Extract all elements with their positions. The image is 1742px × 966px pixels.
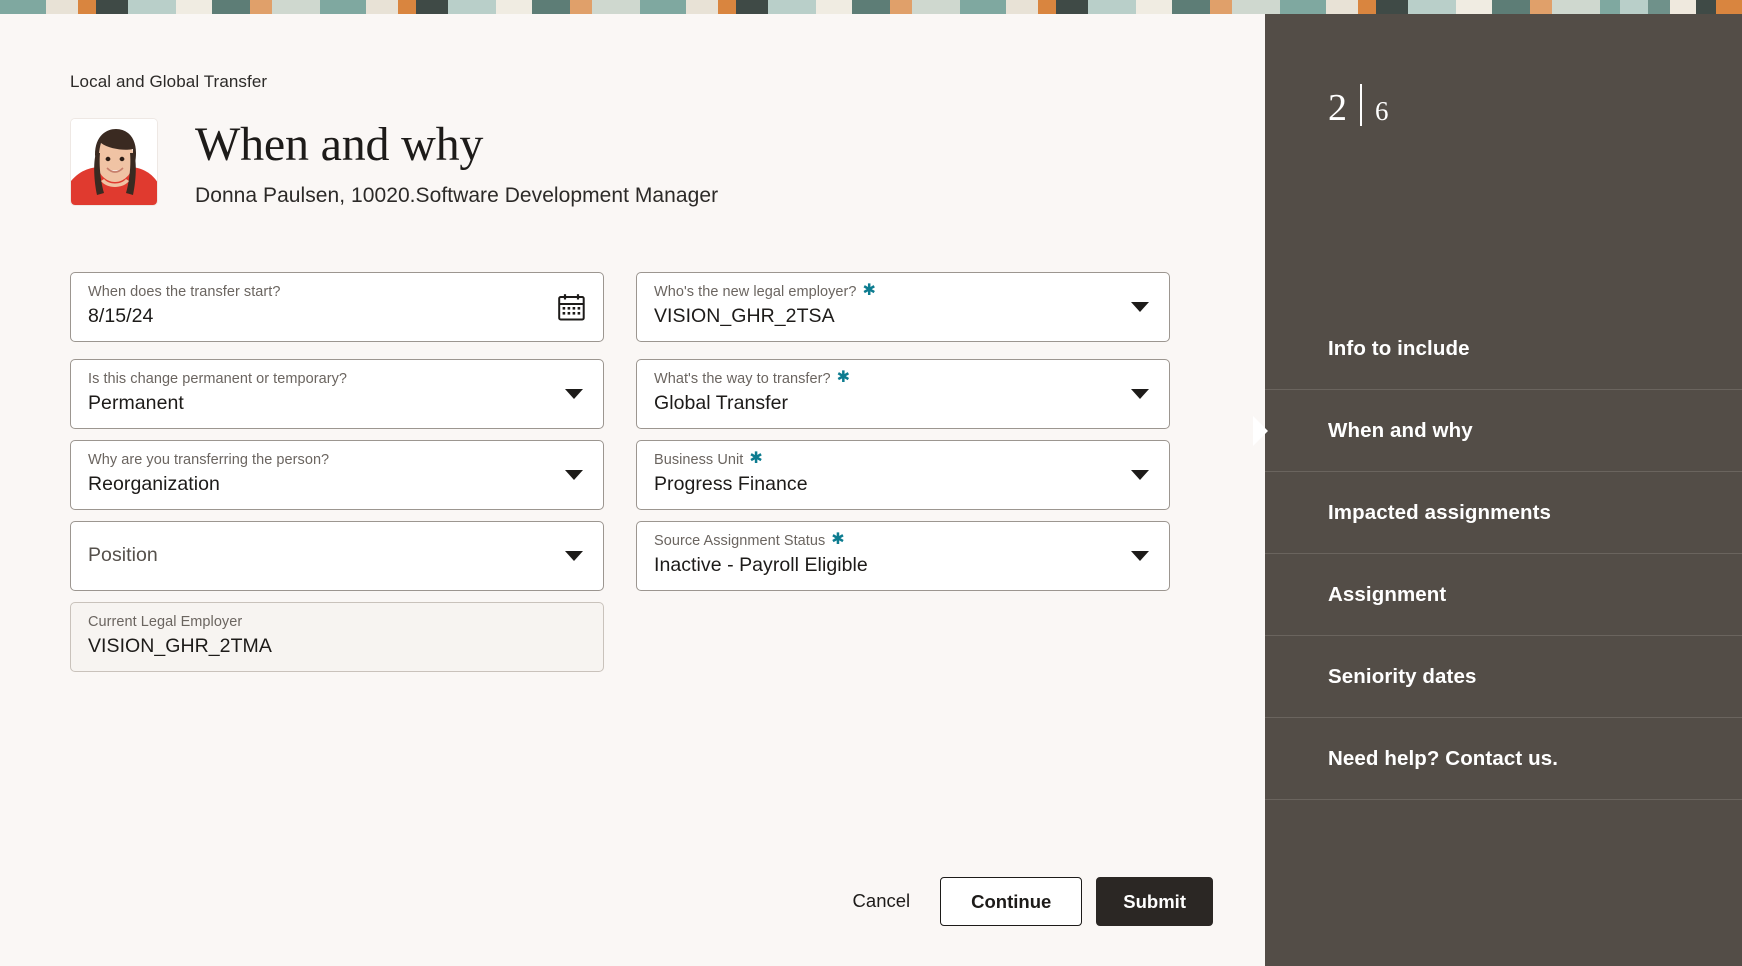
field-way-to-transfer[interactable]: What's the way to transfer? ✱ Global Tra…: [636, 359, 1170, 429]
sidebar-item-label: Need help? Contact us.: [1328, 746, 1559, 770]
form-col-right: What's the way to transfer? ✱ Global Tra…: [636, 359, 1170, 429]
continue-button[interactable]: Continue: [940, 876, 1083, 926]
sidebar-item-need-help-contact-us[interactable]: Need help? Contact us.: [1265, 718, 1742, 800]
sidebar-item-label: When and why: [1328, 418, 1473, 442]
sidebar-item-label: Assignment: [1328, 582, 1447, 606]
required-asterisk-icon: ✱: [749, 450, 763, 467]
active-step-pointer-icon: [1253, 415, 1268, 446]
field-label-text: Source Assignment Status: [654, 533, 826, 549]
field-label-text: When does the transfer start?: [88, 284, 281, 300]
field-value: Permanent: [88, 391, 184, 414]
field-label: Is this change permanent or temporary?: [88, 371, 587, 388]
field-label-text: Business Unit: [654, 452, 744, 468]
form-col-right: Who's the new legal employer? ✱ VISION_G…: [636, 272, 1170, 342]
sidebar-item-assignment[interactable]: Assignment: [1265, 554, 1742, 636]
field-business-unit[interactable]: Business Unit ✱ Progress Finance: [636, 440, 1170, 510]
form-grid: When does the transfer start? 8/15/24 Wh…: [70, 272, 1170, 683]
field-label-text: What's the way to transfer?: [654, 371, 831, 387]
field-label-text: Current Legal Employer: [88, 614, 243, 630]
chevron-down-icon[interactable]: [1131, 470, 1149, 480]
chevron-down-icon[interactable]: [565, 389, 583, 399]
breadcrumb: Local and Global Transfer: [70, 72, 268, 91]
calendar-icon[interactable]: [558, 293, 585, 321]
field-label-text: Why are you transferring the person?: [88, 452, 330, 468]
form-col-left: Current Legal Employer VISION_GHR_2TMA: [70, 602, 604, 672]
field-value: Progress Finance: [654, 472, 808, 495]
main-content-panel: Local and Global Transfer When and why D…: [0, 0, 1265, 966]
form-col-left: Position: [70, 521, 604, 591]
sidebar-item-when-and-why[interactable]: When and why: [1253, 390, 1742, 472]
field-label: Why are you transferring the person?: [88, 452, 587, 469]
form-row: Why are you transferring the person? Reo…: [70, 440, 1170, 510]
sidebar-item-label: Info to include: [1328, 336, 1470, 360]
page-subtitle: Donna Paulsen, 10020.Software Developmen…: [195, 184, 719, 208]
field-new-legal-employer[interactable]: Who's the new legal employer? ✱ VISION_G…: [636, 272, 1170, 342]
decorative-banner-strip-right: [1620, 0, 1742, 14]
field-label: Source Assignment Status ✱: [654, 531, 1153, 550]
submit-button[interactable]: Submit: [1096, 876, 1213, 926]
field-permanent-or-temporary[interactable]: Is this change permanent or temporary? P…: [70, 359, 604, 429]
required-asterisk-icon: ✱: [836, 369, 851, 386]
chevron-down-icon[interactable]: [1131, 551, 1149, 561]
field-position[interactable]: Position: [70, 521, 604, 591]
field-value: VISION_GHR_2TMA: [88, 634, 272, 657]
avatar: [70, 118, 158, 206]
form-col-left: When does the transfer start? 8/15/24: [70, 272, 604, 342]
page-header: When and why Donna Paulsen, 10020.Softwa…: [70, 118, 718, 208]
cancel-button[interactable]: Cancel: [837, 880, 927, 922]
field-label: Who's the new legal employer? ✱: [654, 282, 1153, 301]
decorative-banner-strip: [0, 0, 1742, 14]
form-col-right: Source Assignment Status ✱ Inactive - Pa…: [636, 521, 1170, 591]
field-label: When does the transfer start?: [88, 284, 587, 301]
field-source-assignment-status[interactable]: Source Assignment Status ✱ Inactive - Pa…: [636, 521, 1170, 591]
form-row: When does the transfer start? 8/15/24 Wh…: [70, 272, 1170, 342]
field-placeholder: Position: [88, 544, 158, 567]
field-value: VISION_GHR_2TSA: [654, 304, 835, 327]
form-col-left: Why are you transferring the person? Reo…: [70, 440, 604, 510]
field-label: What's the way to transfer? ✱: [654, 369, 1153, 388]
required-asterisk-icon: ✱: [862, 282, 876, 299]
sidebar-item-impacted-assignments[interactable]: Impacted assignments: [1265, 472, 1742, 554]
field-value: Inactive - Payroll Eligible: [654, 553, 868, 576]
footer-actions: Cancel Continue Submit: [837, 876, 1213, 926]
form-row: Position Source Assignment Status ✱ Inac…: [70, 521, 1170, 591]
field-transfer-start-date[interactable]: When does the transfer start? 8/15/24: [70, 272, 604, 342]
sidebar-item-label: Impacted assignments: [1328, 500, 1552, 524]
field-value: 8/15/24: [88, 304, 154, 327]
form-col-right: Business Unit ✱ Progress Finance: [636, 440, 1170, 510]
field-label-text: Who's the new legal employer?: [654, 284, 857, 300]
sidebar-item-label: Seniority dates: [1328, 664, 1477, 688]
form-col-left: Is this change permanent or temporary? P…: [70, 359, 604, 429]
form-row: Is this change permanent or temporary? P…: [70, 359, 1170, 429]
chevron-down-icon[interactable]: [565, 551, 583, 561]
chevron-down-icon[interactable]: [1131, 389, 1149, 399]
field-current-legal-employer: Current Legal Employer VISION_GHR_2TMA: [70, 602, 604, 672]
field-label: Business Unit ✱: [654, 450, 1153, 469]
step-counter: 2 6: [1328, 78, 1389, 127]
transfer-wizard-page: Local and Global Transfer When and why D…: [0, 0, 1742, 966]
sidebar-item-info-to-include[interactable]: Info to include: [1265, 308, 1742, 390]
field-label: Current Legal Employer: [88, 614, 587, 631]
page-title: When and why: [195, 118, 484, 171]
step-total: 6: [1375, 96, 1389, 126]
field-value: Reorganization: [88, 472, 220, 495]
wizard-step-list: Info to include When and why Impacted as…: [1253, 308, 1742, 800]
field-transfer-reason[interactable]: Why are you transferring the person? Reo…: [70, 440, 604, 510]
field-value: Global Transfer: [654, 391, 789, 414]
chevron-down-icon[interactable]: [1131, 302, 1149, 312]
required-asterisk-icon: ✱: [831, 531, 845, 548]
sidebar-item-seniority-dates[interactable]: Seniority dates: [1265, 636, 1742, 718]
field-label-text: Is this change permanent or temporary?: [88, 371, 348, 387]
chevron-down-icon[interactable]: [565, 470, 583, 480]
step-separator: [1360, 84, 1362, 126]
wizard-sidebar: 2 6 Info to include When and why Impacte…: [1253, 0, 1742, 966]
form-row: Current Legal Employer VISION_GHR_2TMA: [70, 602, 1170, 672]
step-current: 2: [1328, 87, 1347, 129]
